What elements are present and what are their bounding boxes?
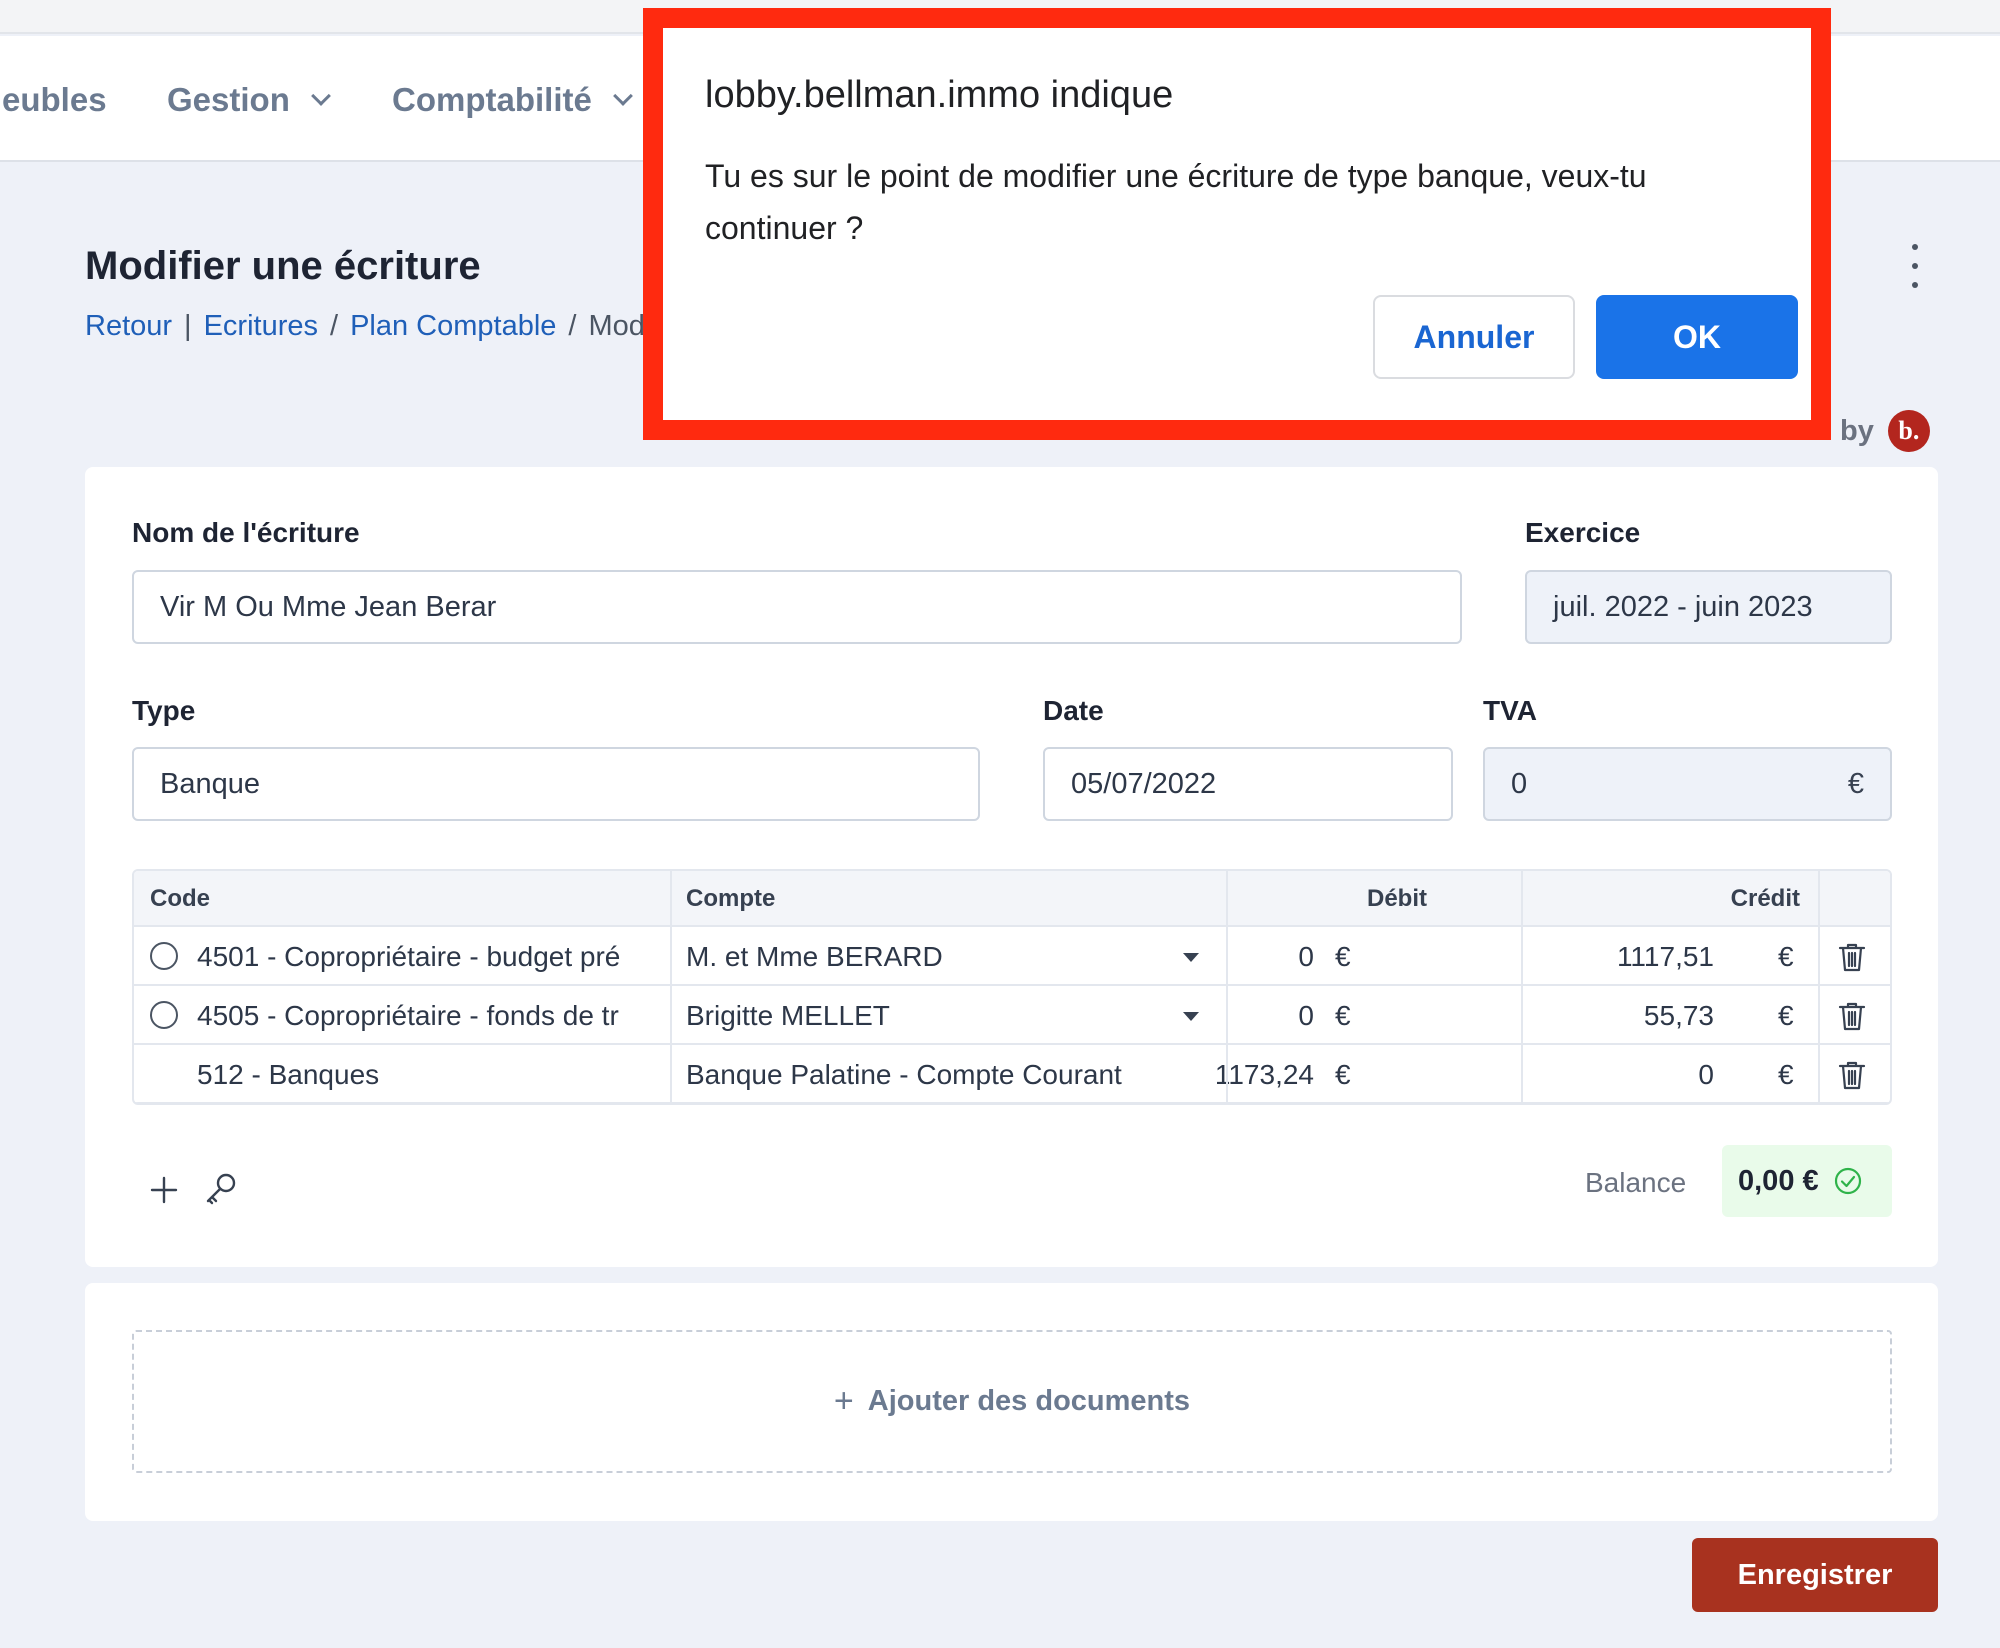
entries-table: Code Compte Débit Crédit 4501 - Copropri… [132, 869, 1892, 1105]
column-header-debit: Débit [1367, 885, 1427, 912]
kebab-dot [1912, 263, 1918, 269]
dialog-title: lobby.bellman.immo indique [705, 74, 1174, 116]
trash-icon[interactable] [1837, 1059, 1867, 1091]
debit-currency: € [1335, 999, 1351, 1031]
table-row: 4501 - Copropriétaire - budget pré M. et… [134, 927, 1890, 986]
entry-form-card: Nom de l'écriture Vir M Ou Mme Jean Bera… [85, 467, 1938, 1267]
type-select[interactable]: Banque [132, 747, 980, 821]
chevron-down-icon [612, 86, 633, 106]
code-cell: 512 - Banques [197, 1058, 380, 1090]
type-label: Type [132, 695, 196, 726]
more-options-icon[interactable] [1900, 244, 1930, 288]
add-line-icon[interactable] [149, 1175, 179, 1205]
breadcrumb-separator: / [330, 310, 339, 342]
credit-currency: € [1778, 1058, 1794, 1090]
column-divider [670, 871, 672, 1103]
dialog-cancel-button[interactable]: Annuler [1373, 295, 1575, 379]
date-input-value: 05/07/2022 [1071, 767, 1217, 800]
date-input[interactable]: 05/07/2022 [1043, 747, 1453, 821]
plus-icon: + [833, 1382, 854, 1420]
name-input-value: Vir M Ou Mme Jean Berar [160, 590, 497, 623]
exercice-input: juil. 2022 - juin 2023 [1525, 570, 1892, 644]
breadcrumb-plan-comptable-link[interactable]: Plan Comptable [350, 310, 556, 343]
credit-currency: € [1778, 940, 1794, 972]
breadcrumb-back-link[interactable]: Retour [85, 310, 172, 343]
nav-item-label: Gestion [167, 81, 290, 118]
column-header-compte: Compte [686, 885, 776, 912]
nav-item-gestion[interactable]: Gestion [167, 81, 331, 119]
tva-currency-suffix: € [1847, 767, 1864, 800]
column-header-credit: Crédit [1730, 885, 1800, 912]
code-cell: 4505 - Copropriétaire - fonds de tr [197, 999, 619, 1031]
table-row: 4505 - Copropriétaire - fonds de tr Brig… [134, 986, 1890, 1045]
dialog-ok-button[interactable]: OK [1596, 295, 1798, 379]
debit-cell[interactable]: 0 [1134, 927, 1314, 986]
column-divider [1226, 871, 1228, 1103]
tva-input: 0 € [1483, 747, 1892, 821]
powered-by-text: by [1840, 414, 1874, 447]
type-select-value: Banque [160, 767, 260, 800]
debit-currency: € [1335, 1058, 1351, 1090]
nav-item-label: eubles [2, 81, 107, 118]
debit-cell[interactable]: 0 [1134, 986, 1314, 1045]
column-divider [1818, 871, 1820, 1103]
dialog-message: Tu es sur le point de modifier une écrit… [705, 158, 1647, 246]
trash-icon[interactable] [1837, 941, 1867, 973]
add-documents-label: Ajouter des documents [867, 1385, 1191, 1417]
balance-status: 0,00 € [1722, 1145, 1892, 1217]
table-row: 512 - Banques Banque Palatine - Compte C… [134, 1045, 1890, 1103]
balance-label: Balance [1585, 1167, 1687, 1198]
breadcrumb-ecritures-link[interactable]: Ecritures [204, 310, 318, 343]
credit-cell[interactable]: 55,73 [1434, 986, 1714, 1045]
column-header-code: Code [150, 885, 210, 912]
kebab-dot [1912, 244, 1918, 250]
add-documents-dropzone[interactable]: + Ajouter des documents [132, 1330, 1892, 1473]
breadcrumb-separator: / [568, 310, 577, 342]
page-title: Modifier une écriture [85, 244, 481, 288]
exercice-input-value: juil. 2022 - juin 2023 [1553, 590, 1813, 623]
debit-currency: € [1335, 940, 1351, 972]
powered-by: by b. [1840, 410, 1930, 452]
credit-cell[interactable]: 1117,51 [1434, 927, 1714, 986]
name-input[interactable]: Vir M Ou Mme Jean Berar [132, 570, 1462, 644]
date-label: Date [1043, 695, 1104, 726]
compte-cell[interactable]: Brigitte MELLET [686, 986, 1156, 1045]
compte-cell[interactable]: M. et Mme BERARD [686, 927, 1156, 986]
credit-currency: € [1778, 999, 1794, 1031]
debit-cell[interactable]: 1173,24 [1134, 1045, 1314, 1103]
table-header: Code Compte Débit Crédit [134, 871, 1890, 927]
compte-cell: Banque Palatine - Compte Courant [686, 1058, 1122, 1090]
check-circle-icon [1834, 1167, 1861, 1195]
documents-card: + Ajouter des documents [85, 1283, 1938, 1521]
key-icon[interactable] [203, 1171, 239, 1207]
row-select-radio[interactable] [150, 942, 178, 970]
tva-label: TVA [1483, 695, 1537, 726]
save-button[interactable]: Enregistrer [1692, 1538, 1938, 1612]
chevron-down-icon [310, 86, 331, 106]
trash-icon[interactable] [1837, 1000, 1867, 1032]
nav-item-label: Comptabilité [392, 81, 592, 118]
tva-input-value: 0 [1511, 767, 1528, 800]
balance-value: 0,00 € [1738, 1164, 1819, 1197]
credit-cell[interactable]: 0 [1434, 1045, 1714, 1103]
exercice-label: Exercice [1525, 517, 1641, 548]
breadcrumb-separator: | [184, 310, 192, 342]
breadcrumb: Retour | Ecritures / Plan Comptable / Mo… [85, 310, 659, 343]
row-select-radio[interactable] [150, 1001, 178, 1029]
brand-logo: b. [1887, 410, 1930, 452]
confirm-dialog: lobby.bellman.immo indique Tu es sur le … [663, 28, 1811, 420]
column-divider [1521, 871, 1523, 1103]
nav-item-immeubles[interactable]: eubles [2, 81, 107, 119]
nav-item-comptabilite[interactable]: Comptabilité [392, 81, 633, 119]
name-label: Nom de l'écriture [132, 517, 360, 548]
code-cell: 4501 - Copropriétaire - budget pré [197, 940, 621, 972]
kebab-dot [1912, 282, 1918, 288]
